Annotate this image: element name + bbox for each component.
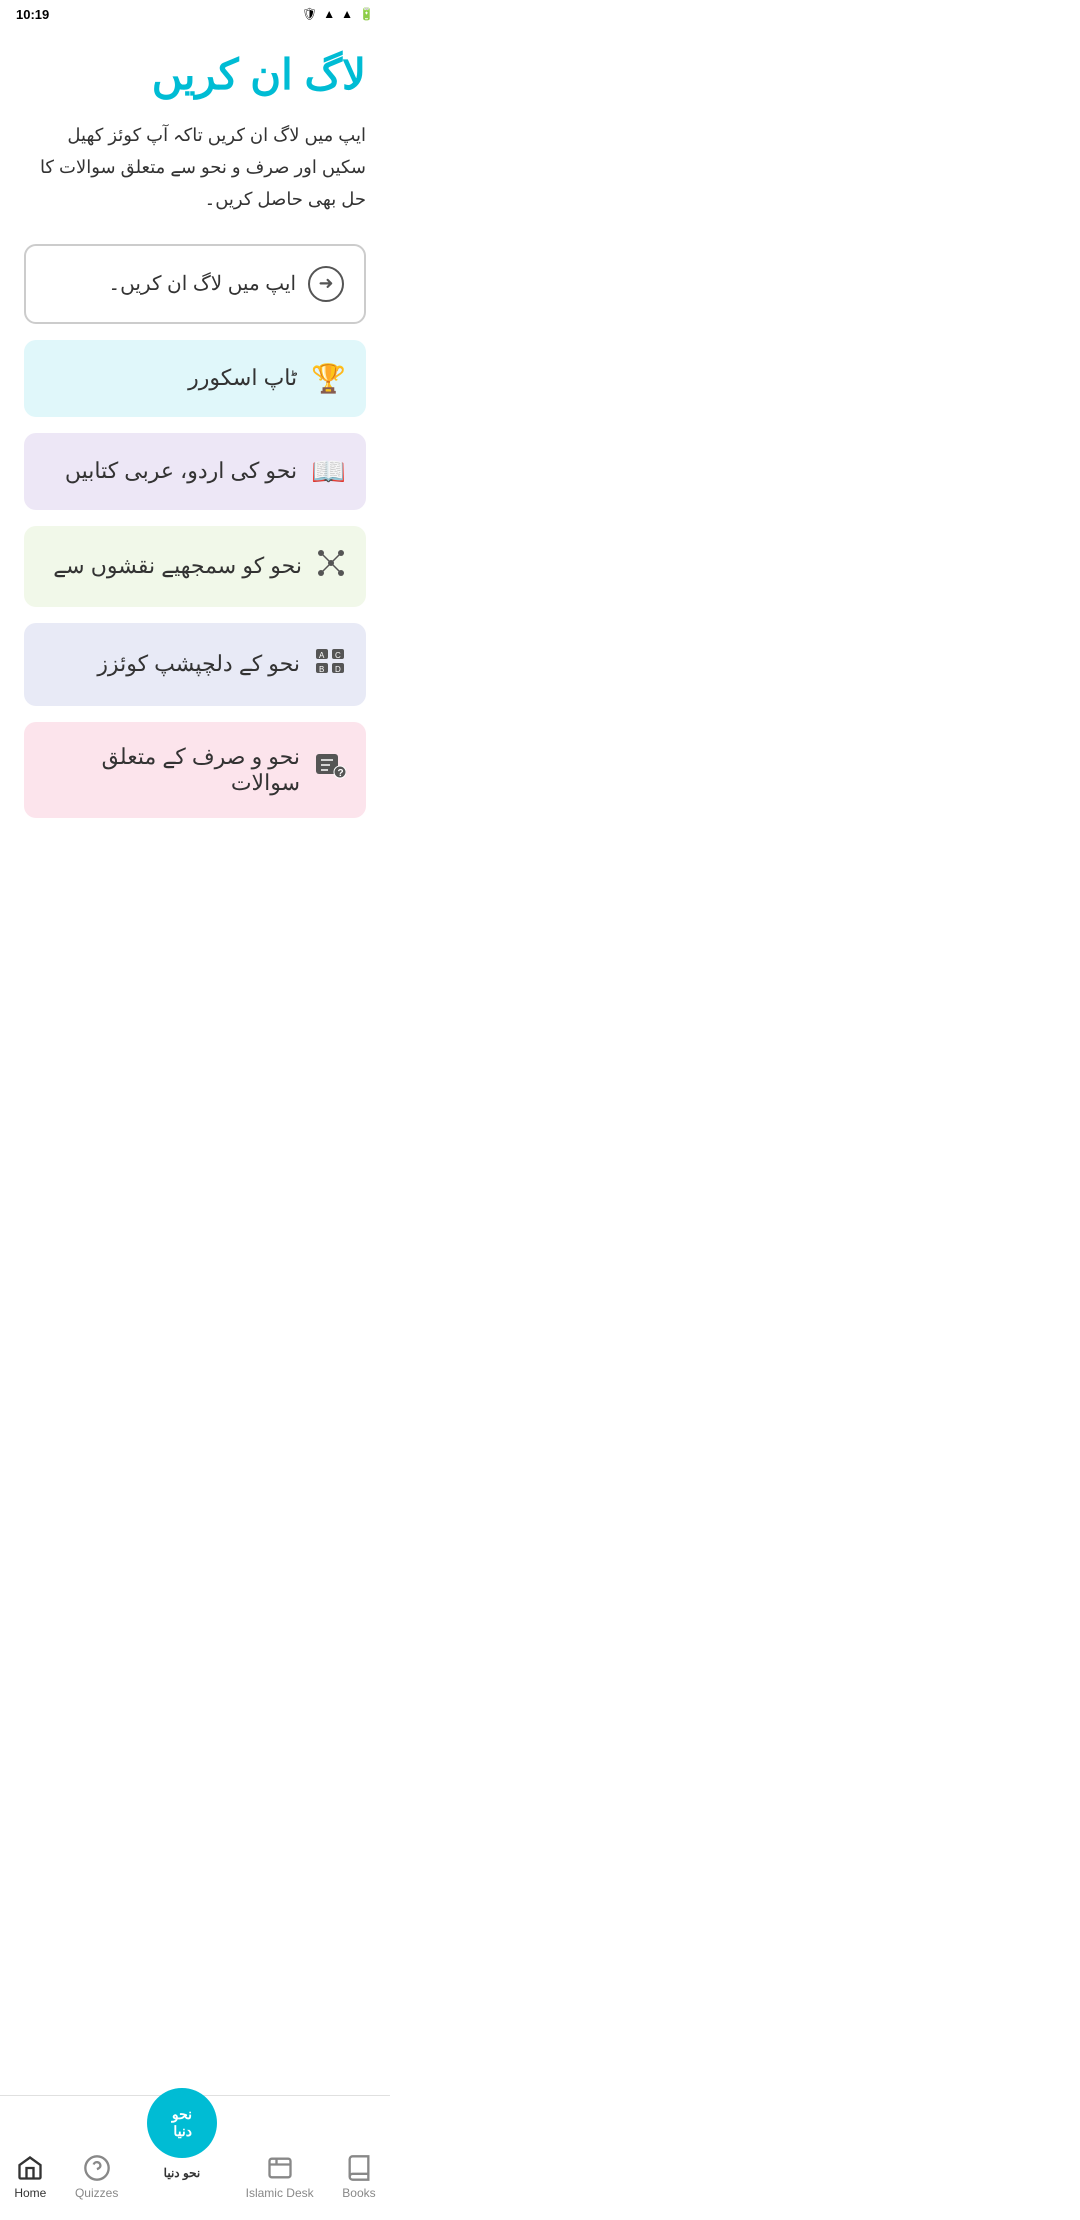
- home-icon: [16, 2154, 44, 2182]
- nav-home[interactable]: Home: [6, 2150, 54, 2204]
- nav-books-label: Books: [342, 2186, 375, 2200]
- interesting-quizzes-card[interactable]: نحو کے دلچپشپ کوئزز A C B D: [24, 623, 366, 706]
- nav-center[interactable]: نحودنیا نحو دنیا: [139, 2084, 225, 2184]
- status-time: 10:19: [16, 7, 49, 22]
- login-arrow-icon: ➜: [308, 266, 344, 302]
- learn-diagrams-card[interactable]: نحو کو سمجھیے نقشوں سے: [24, 526, 366, 607]
- books-icon: 📖: [311, 455, 346, 488]
- signal-icon: ▲: [323, 7, 335, 21]
- top-scorer-icon: 🏆: [311, 362, 346, 395]
- nahw-questions-card[interactable]: نحو و صرف کے متعلق سوالات ?: [24, 722, 366, 818]
- status-icons: 🛡 ▲ ▲ 🔋: [302, 7, 374, 21]
- svg-text:C: C: [335, 651, 341, 660]
- nav-islamic-desk[interactable]: Islamic Desk: [238, 2150, 322, 2204]
- main-content: لاگ ان کریں ایپ میں لاگ ان کریں تاکہ آپ …: [0, 28, 390, 934]
- top-scorer-text: ٹاپ اسکورر: [188, 365, 297, 391]
- nav-center-circle: نحودنیا: [147, 2088, 217, 2158]
- nav-quizzes-label: Quizzes: [75, 2186, 118, 2200]
- islamic-desk-icon: [266, 2154, 294, 2182]
- nav-home-label: Home: [14, 2186, 46, 2200]
- battery-icon: 🔋: [359, 7, 374, 21]
- svg-text:A: A: [319, 651, 325, 660]
- nav-center-label: نحو دنیا: [164, 2166, 201, 2180]
- login-button-text: ایپ میں لاگ ان کریں۔: [108, 271, 296, 296]
- bottom-nav: Home Quizzes نحودنیا نحو دنیا Islamic De…: [0, 2095, 390, 2220]
- quiz-icon: A C B D: [314, 645, 346, 684]
- wifi-icon: ▲: [341, 7, 353, 21]
- top-scorer-card[interactable]: ٹاپ اسکورر 🏆: [24, 340, 366, 417]
- nav-islamic-desk-label: Islamic Desk: [246, 2186, 314, 2200]
- nav-books[interactable]: Books: [334, 2150, 383, 2204]
- books-nav-icon: [345, 2154, 373, 2182]
- svg-text:B: B: [319, 665, 324, 674]
- page-title: لاگ ان کریں: [24, 48, 366, 103]
- learn-diagrams-text: نحو کو سمجھیے نقشوں سے: [53, 553, 302, 579]
- urdu-arabic-books-card[interactable]: نحو کی اردو، عربی کتابیں 📖: [24, 433, 366, 510]
- shield-icon: 🛡: [302, 7, 317, 21]
- login-button[interactable]: ایپ میں لاگ ان کریں۔ ➜: [24, 244, 366, 324]
- diagram-icon: [316, 548, 346, 585]
- quizzes-icon: [83, 2154, 111, 2182]
- svg-text:D: D: [335, 665, 341, 674]
- interesting-quizzes-text: نحو کے دلچپشپ کوئزز: [97, 651, 300, 677]
- questions-icon: ?: [314, 750, 346, 789]
- status-bar: 10:19 🛡 ▲ ▲ 🔋: [0, 0, 390, 28]
- nav-quizzes[interactable]: Quizzes: [67, 2150, 126, 2204]
- urdu-arabic-books-text: نحو کی اردو، عربی کتابیں: [65, 458, 297, 484]
- nahw-questions-text: نحو و صرف کے متعلق سوالات: [44, 744, 300, 796]
- page-description: ایپ میں لاگ ان کریں تاکہ آپ کوئز کھیل سک…: [24, 119, 366, 216]
- svg-text:?: ?: [338, 768, 344, 779]
